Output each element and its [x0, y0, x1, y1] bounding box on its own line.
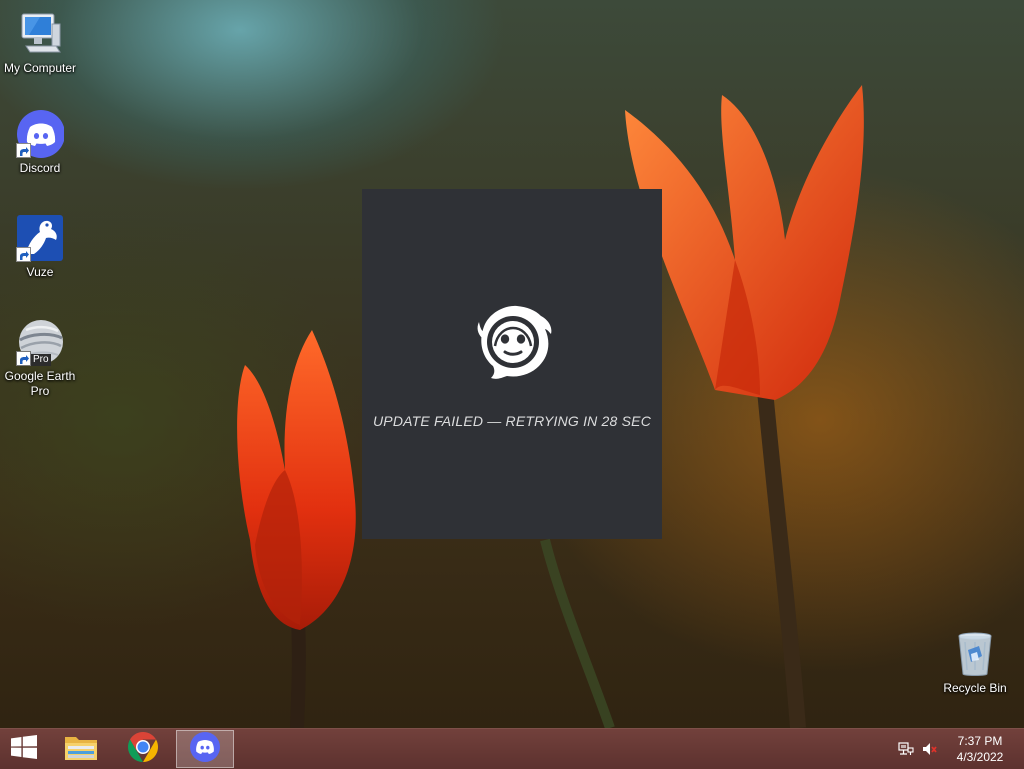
windows-logo-icon [11, 735, 37, 763]
clock-time: 7:37 PM [957, 734, 1003, 748]
network-icon[interactable] [898, 741, 914, 757]
pro-badge: Pro [31, 354, 51, 366]
shortcut-arrow-icon [16, 247, 31, 262]
volume-muted-icon[interactable] [922, 741, 938, 757]
desktop-icon-google-earth-pro[interactable]: Pro Google Earth Pro [0, 318, 80, 399]
taskbar-clock[interactable]: 7:37 PM 4/3/2022 [940, 733, 1020, 765]
shortcut-arrow-icon [16, 143, 31, 158]
discord-updater-window[interactable]: UPDATE FAILED — RETRYING IN 28 SEC [362, 189, 662, 539]
taskbar-discord-button[interactable] [176, 730, 234, 768]
computer-icon [16, 10, 64, 58]
discord-updater-logo-icon [465, 294, 560, 389]
desktop-icon-label: Vuze [26, 265, 54, 279]
taskbar-chrome-button[interactable] [114, 730, 172, 768]
desktop-icon-label: Discord [19, 161, 61, 175]
clock-date: 4/3/2022 [956, 750, 1004, 764]
shortcut-arrow-icon [16, 351, 31, 366]
taskbar: 7:37 PM 4/3/2022 [0, 728, 1024, 769]
update-status-text: UPDATE FAILED — RETRYING IN 28 SEC [372, 413, 652, 429]
desktop-icon-label: Recycle Bin [943, 681, 1007, 695]
desktop-icon-discord[interactable]: Discord [0, 110, 80, 176]
discord-icon [16, 110, 65, 158]
desktop-icon-label: Google Earth Pro [4, 369, 76, 398]
taskbar-file-explorer-button[interactable] [52, 730, 110, 768]
chrome-icon [127, 731, 159, 767]
discord-icon [189, 731, 221, 767]
desktop-icon-my-computer[interactable]: My Computer [0, 10, 80, 76]
vuze-icon [16, 214, 64, 262]
desktop-icon-recycle-bin[interactable]: Recycle Bin [935, 630, 1015, 696]
start-button[interactable] [0, 730, 48, 768]
recycle-bin-icon [951, 630, 999, 678]
desktop-icon-label: My Computer [3, 61, 77, 75]
folder-icon [64, 732, 98, 766]
desktop-icon-vuze[interactable]: Vuze [0, 214, 80, 280]
google-earth-icon: Pro [16, 318, 64, 366]
